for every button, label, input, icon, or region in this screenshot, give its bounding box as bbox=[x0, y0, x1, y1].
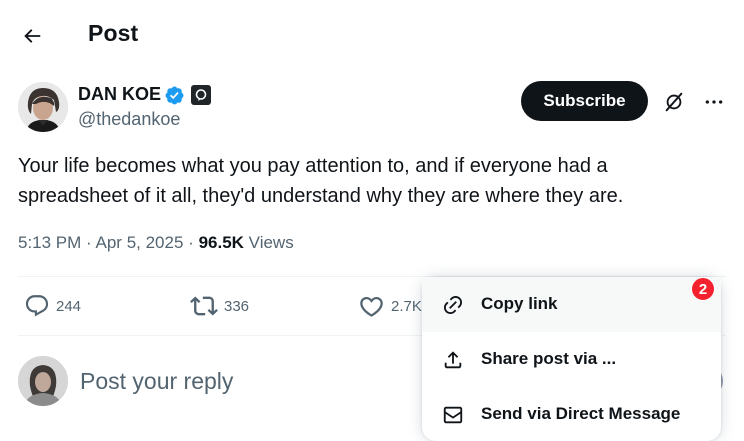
reply-icon bbox=[25, 295, 49, 317]
views-label: Views bbox=[248, 233, 294, 252]
reply-input[interactable] bbox=[80, 364, 410, 398]
meta-separator: · bbox=[86, 233, 92, 252]
copy-link-label: Copy link bbox=[481, 294, 558, 313]
like-action-button[interactable]: 2.7K bbox=[358, 291, 422, 321]
reply-action-button[interactable]: 244 bbox=[24, 291, 81, 321]
verified-badge-icon bbox=[164, 85, 185, 106]
grok-button[interactable] bbox=[660, 88, 688, 116]
repost-action-button[interactable]: 336 bbox=[190, 291, 249, 321]
share-post-via-menu-item[interactable]: Share post via ... bbox=[422, 332, 721, 387]
heart-icon bbox=[360, 296, 383, 317]
author-handle[interactable]: @thedankoe bbox=[78, 109, 180, 130]
send-direct-message-label: Send via Direct Message bbox=[481, 404, 681, 423]
envelope-icon bbox=[442, 404, 464, 426]
affiliation-badge-icon[interactable] bbox=[191, 85, 211, 105]
post-time[interactable]: 5:13 PM bbox=[18, 233, 81, 252]
grok-icon bbox=[665, 92, 683, 112]
reply-count: 244 bbox=[56, 297, 82, 315]
repost-icon bbox=[190, 296, 218, 316]
like-count: 2.7K bbox=[391, 297, 422, 315]
copy-link-menu-item[interactable]: Copy link bbox=[422, 277, 721, 332]
send-direct-message-menu-item[interactable]: Send via Direct Message bbox=[422, 387, 721, 441]
subscribe-button[interactable]: Subscribe bbox=[521, 81, 648, 121]
share-icon bbox=[442, 349, 464, 371]
repost-count: 336 bbox=[224, 297, 250, 315]
post-date[interactable]: Apr 5, 2025 bbox=[96, 233, 184, 252]
share-post-via-label: Share post via ... bbox=[481, 349, 617, 368]
step-badge: 2 bbox=[691, 277, 715, 301]
page-title: Post bbox=[88, 20, 139, 46]
author-avatar[interactable] bbox=[18, 82, 68, 132]
author-name[interactable]: DAN KOE bbox=[78, 84, 161, 105]
back-button[interactable] bbox=[14, 18, 50, 54]
author-row: DAN KOE @thedankoe Subscribe bbox=[18, 81, 728, 134]
more-options-button[interactable] bbox=[700, 88, 728, 116]
share-menu: Copy link Share post via ... Send via Di… bbox=[422, 277, 721, 441]
link-icon bbox=[442, 294, 464, 316]
more-dots-icon bbox=[705, 100, 723, 104]
views-count: 96.5K bbox=[198, 233, 244, 252]
header: Post bbox=[0, 0, 744, 68]
post-meta: 5:13 PM · Apr 5, 2025 · 96.5K Views bbox=[18, 233, 294, 253]
user-avatar[interactable] bbox=[18, 356, 68, 406]
post-text: Your life becomes what you pay attention… bbox=[18, 155, 624, 207]
meta-separator: · bbox=[188, 233, 194, 252]
arrow-left-icon bbox=[24, 29, 41, 43]
